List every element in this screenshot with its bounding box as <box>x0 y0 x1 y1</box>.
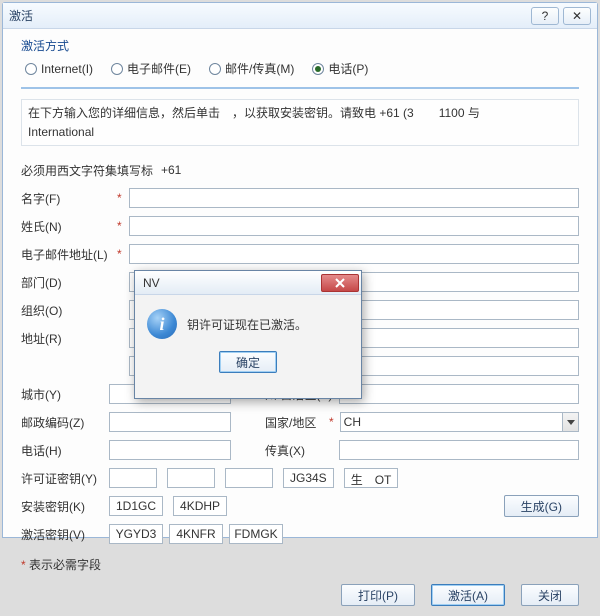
zip-input[interactable] <box>109 412 231 432</box>
close-window-button[interactable]: ✕ <box>563 7 591 25</box>
required-note: * 表示必需字段 <box>21 556 101 573</box>
chevron-down-icon <box>562 413 578 431</box>
fax-input[interactable] <box>339 440 579 460</box>
radio-email[interactable]: 电子邮件(E) <box>111 60 191 77</box>
org-label: 组织(O) <box>21 302 117 319</box>
activation-method-label: 激活方式 <box>21 37 579 54</box>
act-key-3[interactable] <box>229 524 283 544</box>
state-input[interactable] <box>339 384 579 404</box>
dialog-message: i 钥许可证现在已激活。 <box>135 295 361 345</box>
titlebar: 激活 ? ✕ <box>3 3 597 29</box>
city-label: 城市(Y) <box>21 386 103 403</box>
activate-label: 激活密钥(V) <box>21 526 103 543</box>
license-label: 许可证密钥(Y) <box>21 470 103 487</box>
radio-internet[interactable]: Internet(I) <box>25 60 93 77</box>
first-name-label: 名字(F) <box>21 190 117 207</box>
instruction-text: 在下方输入您的详细信息，然后单击 ，以获取安装密钥。请致电 +61 (3 110… <box>21 99 579 146</box>
act-key-1[interactable] <box>109 524 163 544</box>
last-name-input[interactable] <box>129 216 579 236</box>
email-label: 电子邮件地址(L) <box>21 246 117 263</box>
radio-dot-icon <box>111 63 123 75</box>
country-combo[interactable]: CH <box>340 412 579 432</box>
phone-input[interactable] <box>109 440 231 460</box>
fax-label: 传真(X) <box>265 442 333 459</box>
zip-label: 邮政编码(Z) <box>21 414 103 431</box>
info-icon: i <box>147 309 177 339</box>
first-name-input[interactable] <box>129 188 579 208</box>
close-icon <box>334 278 346 288</box>
radio-phone[interactable]: 电话(P) <box>312 60 368 77</box>
message-dialog: NV i 钥许可证现在已激活。 确定 <box>134 270 362 399</box>
activation-method-radios: Internet(I) 电子邮件(E) 邮件/传真(M) 电话(P) <box>21 60 579 89</box>
email-input[interactable] <box>129 244 579 264</box>
country-label: 国家/地区 <box>265 414 323 431</box>
close-button[interactable]: 关闭 <box>521 584 579 606</box>
dialog-title: NV <box>143 276 321 290</box>
dept-label: 部门(D) <box>21 274 117 291</box>
addr-label: 地址(R) <box>21 330 117 347</box>
generate-button[interactable]: 生成(G) <box>504 495 579 517</box>
dialog-ok-button[interactable]: 确定 <box>219 351 277 373</box>
activate-button[interactable]: 激活(A) <box>431 584 505 606</box>
radio-dot-icon <box>25 63 37 75</box>
radio-dot-icon <box>209 63 221 75</box>
install-label: 安装密钥(K) <box>21 498 103 515</box>
radio-fax[interactable]: 邮件/传真(M) <box>209 60 294 77</box>
phone-label: 电话(H) <box>21 442 103 459</box>
window-title: 激活 <box>9 7 527 24</box>
act-key-2[interactable] <box>169 524 223 544</box>
dialog-titlebar: NV <box>135 271 361 295</box>
charset-hint: 必须用西文字符集填写标 +61 <box>21 158 579 182</box>
last-name-label: 姓氏(N) <box>21 218 117 235</box>
dialog-close-button[interactable] <box>321 274 359 292</box>
help-button[interactable]: ? <box>531 7 559 25</box>
radio-dot-icon <box>312 63 324 75</box>
print-button[interactable]: 打印(P) <box>341 584 415 606</box>
footer-buttons: 打印(P) 激活(A) 关闭 <box>21 584 579 606</box>
